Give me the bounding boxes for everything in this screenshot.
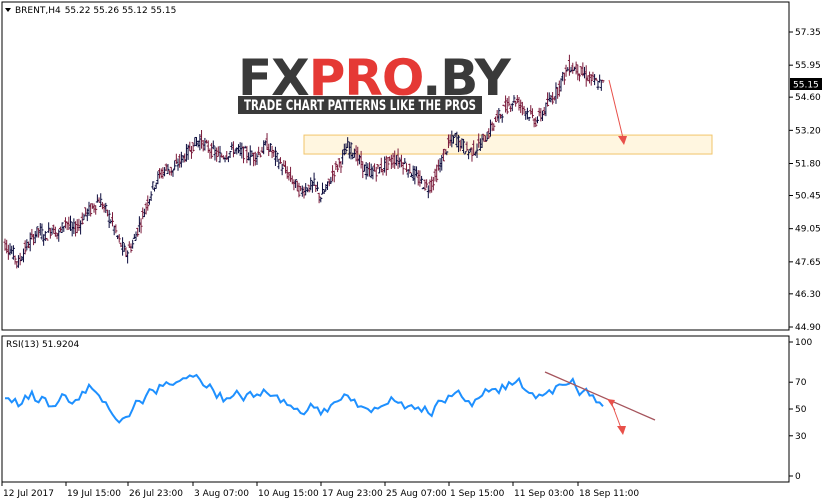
rsi-pane[interactable]: [1, 335, 790, 483]
rsi-tick-label: 0: [795, 472, 801, 482]
price-tick-label: 54.60: [795, 93, 821, 103]
time-tick-label: 10 Aug 15:00: [258, 489, 319, 499]
rsi-axis: 100 70 50 30 0: [789, 338, 812, 482]
price-tick-label: 53.20: [795, 126, 821, 136]
price-tick-label: 55.95: [795, 61, 821, 71]
rsi-tick-label: 100: [795, 338, 812, 348]
rsi-tick-label: 50: [795, 405, 807, 415]
symbol-label: BRENT,H4 55.22 55.26 55.12 55.15: [15, 6, 176, 16]
symbol-name: BRENT,H4: [15, 6, 61, 16]
rsi-tick-label: 70: [795, 378, 807, 388]
price-tick-label: 57.35: [795, 28, 821, 38]
time-tick-label: 11 Sep 03:00: [514, 489, 574, 499]
time-tick-label: 17 Aug 23:00: [322, 489, 383, 499]
time-tick-label: 19 Jul 15:00: [67, 489, 121, 499]
price-tick-label: 50.45: [795, 191, 821, 201]
price-tick-label: 51.80: [795, 160, 821, 170]
price-tick-label: 44.90: [795, 323, 821, 333]
watermark: FXPRO.BY TRADE CHART PATTERNS LIKE THE P…: [238, 49, 513, 114]
price-tick-label: 47.65: [795, 258, 821, 268]
ohlc-values: 55.22 55.26 55.12 55.15: [65, 6, 177, 16]
time-tick-label: 1 Sep 15:00: [450, 489, 505, 499]
support-zone[interactable]: [303, 134, 713, 155]
price-badge-text: 55.15: [793, 81, 819, 91]
time-tick-label: 3 Aug 07:00: [194, 489, 249, 499]
watermark-tagline: TRADE CHART PATTERNS LIKE THE PROS: [244, 98, 476, 114]
time-tick-label: 18 Sep 11:00: [579, 489, 639, 499]
price-axis: 57.35 55.95 54.60 53.20 51.80 50.45 49.05 47.65…: [789, 28, 821, 333]
rsi-tick-label: 30: [795, 432, 807, 442]
chart: FXPRO.BY TRADE CHART PATTERNS LIKE THE P…: [1, 1, 822, 499]
time-tick-label: 26 Jul 23:00: [129, 489, 183, 499]
price-tick-label: 49.05: [795, 225, 821, 235]
rsi-label: RSI(13) 51.9204: [6, 340, 79, 350]
time-tick-label: 25 Aug 07:00: [386, 489, 447, 499]
time-axis: 12 Jul 2017 19 Jul 15:00 26 Jul 23:00 3 Aug…: [1, 482, 639, 499]
time-tick-label: 12 Jul 2017: [3, 489, 54, 499]
price-tick-label: 46.30: [795, 290, 821, 300]
